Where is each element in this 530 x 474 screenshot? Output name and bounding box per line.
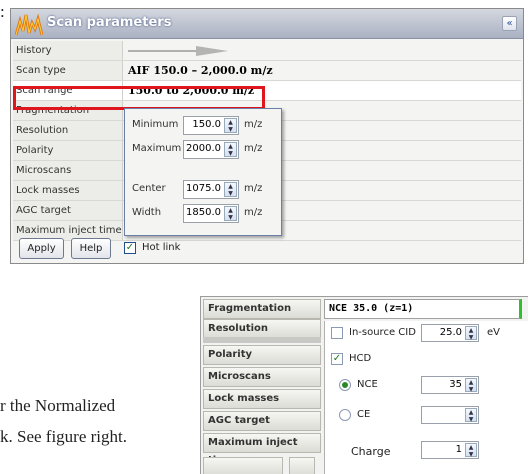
hot-link-checkbox[interactable]: ✓ (124, 242, 136, 254)
fragmentation-value[interactable]: NCE 35.0 (z=1) (324, 299, 522, 319)
width-field-row: Width 1850.0 ▲ ▼ m/z (125, 204, 281, 224)
center-unit: m/z (244, 183, 263, 194)
center-stepper[interactable]: 1075.0 ▲ ▼ (183, 180, 239, 199)
maximum-value: 2000.0 (186, 143, 221, 154)
spin-arrows-icon[interactable]: ▲ ▼ (224, 206, 237, 221)
tab-resolution[interactable]: Resolution (203, 319, 321, 339)
help-button[interactable]: Help (71, 238, 111, 259)
panel-title-bar: Scan parameters « (11, 9, 523, 39)
scan-range-editor-popup: Minimum 150.0 ▲ ▼ m/z Maximum 2000.0 ▲ ▼ m… (124, 108, 282, 236)
hot-link-label: Hot link (142, 242, 181, 253)
width-unit: m/z (244, 207, 263, 218)
parameter-row-scan-type[interactable]: Scan type AIF 150.0 – 2,000.0 m/z (13, 61, 521, 81)
nce-value: 35 (449, 379, 462, 390)
in-source-cid-value: 25.0 (439, 327, 462, 338)
tab-max-inject-time[interactable]: Maximum inject time (203, 433, 321, 466)
in-source-cid-checkbox[interactable] (331, 327, 343, 339)
charge-value: 1 (455, 444, 462, 455)
panel-title: Scan parameters (47, 15, 172, 30)
panel-button[interactable] (203, 457, 283, 474)
document-text-line: r the Normalized (0, 396, 116, 415)
width-stepper[interactable]: 1850.0 ▲ ▼ (183, 204, 239, 223)
tab-lock-masses[interactable]: Lock masses (203, 389, 321, 409)
spin-arrows-icon[interactable]: ▲ ▼ (224, 118, 237, 133)
hcd-checkbox[interactable]: ✓ (331, 353, 343, 365)
spin-arrows-icon[interactable]: ▲ ▼ (224, 182, 237, 197)
document-text-fragment: : (0, 2, 5, 21)
width-value: 1850.0 (186, 207, 221, 218)
parameter-tab-list: Fragmentation Resolution Polarity Micros… (201, 297, 322, 474)
parameter-label: Fragmentation (13, 101, 123, 120)
parameter-label: History (13, 41, 123, 60)
maximum-label: Maximum (132, 143, 182, 154)
tab-agc-target[interactable]: AGC target (203, 411, 321, 431)
parameter-label: Scan type (13, 61, 123, 80)
nce-stepper[interactable]: 35 ▲ ▼ (421, 376, 479, 394)
spin-arrows-icon[interactable]: ▲ ▼ (465, 408, 477, 423)
nce-radio[interactable] (339, 379, 351, 391)
maximum-unit: m/z (244, 143, 263, 154)
history-arrow-icon (128, 46, 228, 56)
apply-button[interactable]: Apply (19, 238, 64, 259)
center-field-row: Center 1075.0 ▲ ▼ m/z (125, 180, 281, 200)
divider (203, 337, 321, 343)
minimum-unit: m/z (244, 119, 263, 130)
parameter-label: Polarity (13, 141, 123, 160)
parameter-label: AGC target (13, 201, 123, 220)
parameter-label: Scan range (13, 81, 123, 100)
parameter-label: Microscans (13, 161, 123, 180)
fragmentation-panel: Fragmentation Resolution Polarity Micros… (200, 296, 529, 474)
parameter-label: Resolution (13, 121, 123, 140)
center-value: 1075.0 (186, 183, 221, 194)
minimum-label: Minimum (132, 119, 179, 130)
document-text-line: k. See figure right. (0, 427, 127, 446)
panel-button[interactable] (289, 457, 315, 474)
minimum-stepper[interactable]: 150.0 ▲ ▼ (183, 116, 239, 135)
charge-label: Charge (351, 445, 391, 458)
spin-arrows-icon[interactable]: ▲ ▼ (465, 443, 477, 458)
parameter-label: Lock masses (13, 181, 123, 200)
fragmentation-editor: In-source CID 25.0 ▲ ▼ eV ✓ HCD NCE 35 ▲ ▼… (324, 321, 529, 474)
collapse-icon[interactable]: « (502, 16, 517, 31)
spin-arrows-icon[interactable]: ▲ ▼ (465, 326, 477, 341)
width-label: Width (132, 207, 162, 218)
hcd-label: HCD (349, 353, 372, 364)
in-source-cid-label: In-source CID (349, 327, 416, 338)
parameter-row-scan-range[interactable]: Scan range 150.0 to 2,000.0 m/z (13, 81, 521, 101)
nce-label: NCE (357, 379, 378, 390)
tab-fragmentation[interactable]: Fragmentation (203, 299, 321, 319)
minimum-field-row: Minimum 150.0 ▲ ▼ m/z (125, 116, 281, 136)
ce-radio[interactable] (339, 409, 351, 421)
tab-microscans[interactable]: Microscans (203, 367, 321, 387)
panel-footer: Apply Help ✓ Hot link (11, 233, 523, 263)
parameter-value: AIF 150.0 – 2,000.0 m/z (128, 64, 273, 77)
in-source-cid-stepper[interactable]: 25.0 ▲ ▼ (421, 324, 479, 342)
spin-arrows-icon[interactable]: ▲ ▼ (465, 378, 477, 393)
in-source-cid-unit: eV (487, 327, 500, 338)
waveform-logo-icon (15, 13, 43, 36)
maximum-stepper[interactable]: 2000.0 ▲ ▼ (183, 140, 239, 159)
center-label: Center (132, 183, 166, 194)
charge-stepper[interactable]: 1 ▲ ▼ (421, 441, 479, 459)
ce-stepper[interactable]: ▲ ▼ (421, 406, 479, 424)
parameter-row-history[interactable]: History (13, 41, 521, 61)
maximum-field-row: Maximum 2000.0 ▲ ▼ m/z (125, 140, 281, 160)
ce-label: CE (357, 409, 371, 420)
tab-polarity[interactable]: Polarity (203, 345, 321, 365)
spin-arrows-icon[interactable]: ▲ ▼ (224, 142, 237, 157)
minimum-value: 150.0 (192, 119, 221, 130)
parameter-value: 150.0 to 2,000.0 m/z (128, 84, 255, 97)
scan-parameters-panel: Scan parameters « History Scan type AIF … (10, 8, 524, 264)
